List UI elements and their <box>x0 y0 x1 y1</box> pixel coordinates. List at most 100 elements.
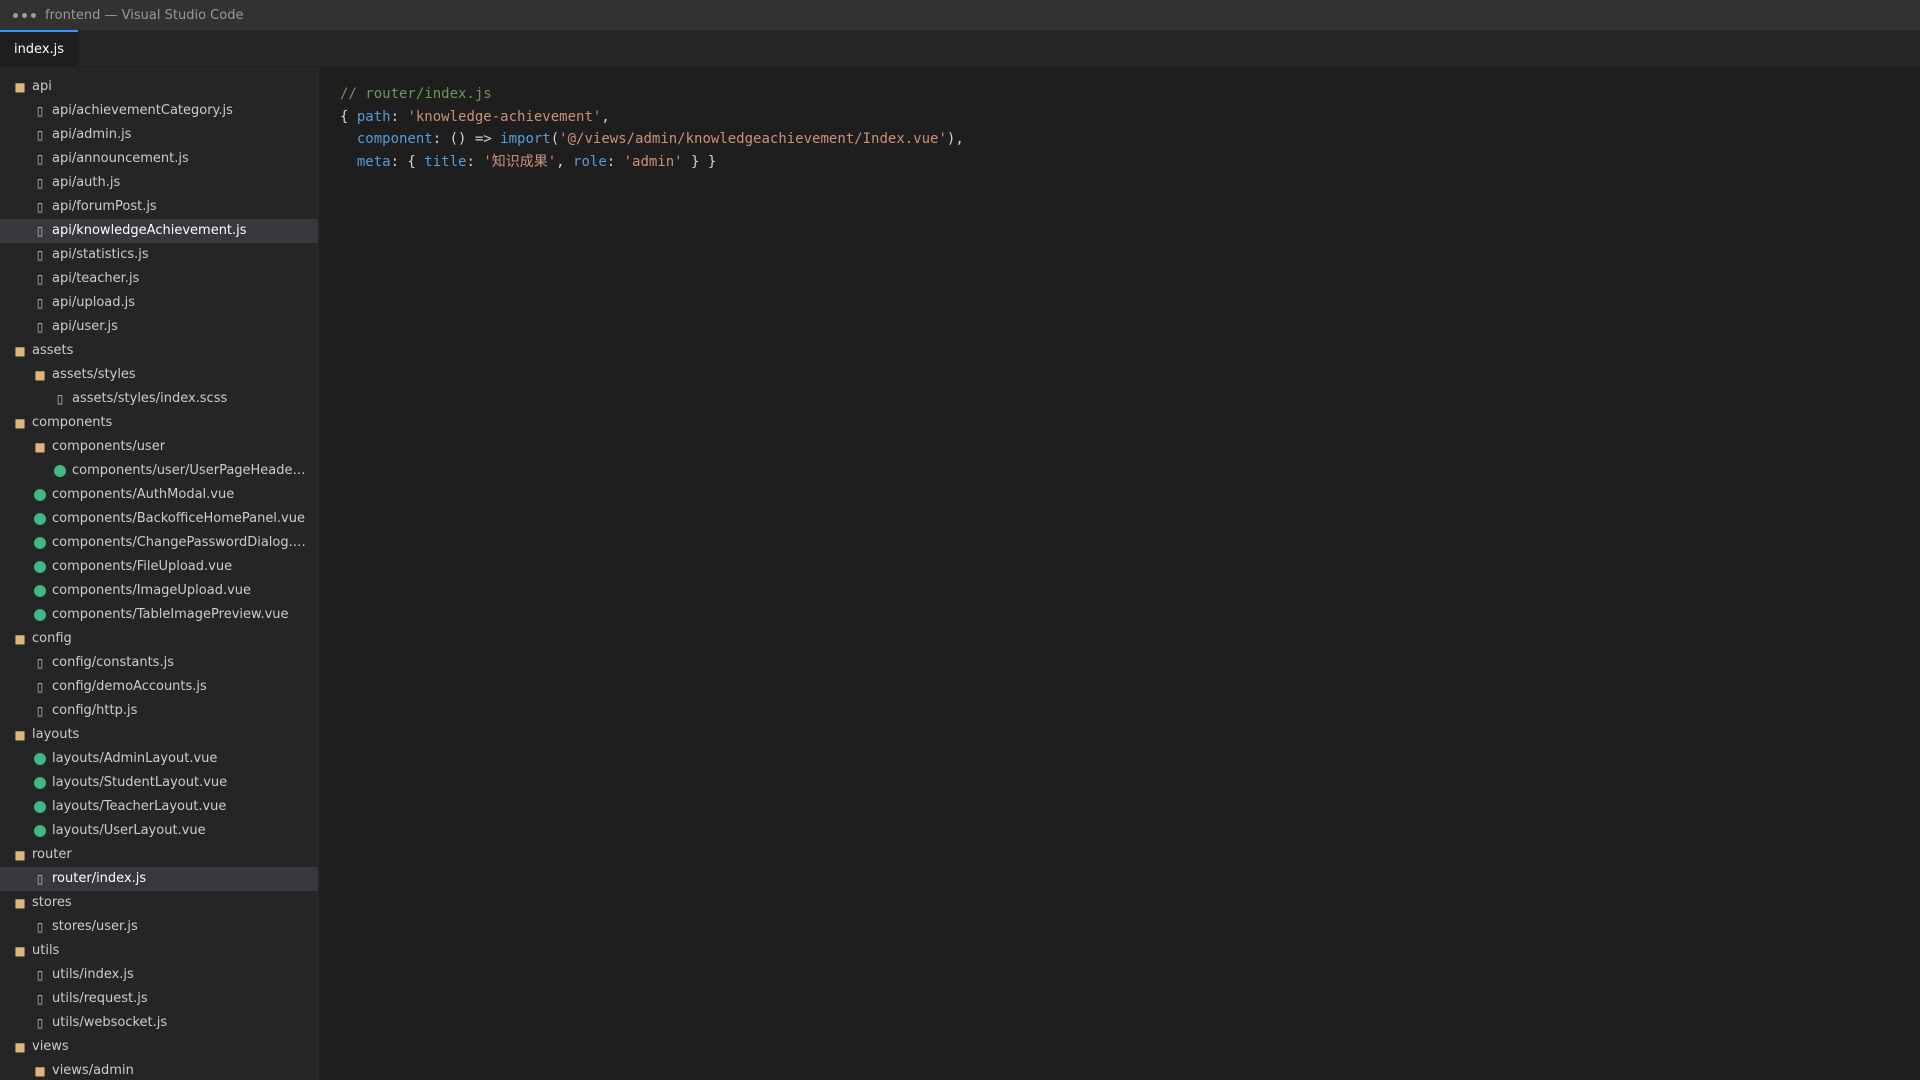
explorer-file[interactable]: ▯ config/demoAccounts.js <box>0 675 318 699</box>
code-token: , <box>601 108 610 125</box>
explorer-item-label: api/teacher.js <box>52 271 140 286</box>
tab-index-js[interactable]: index.js <box>0 30 78 66</box>
file-icon: ▯ <box>36 704 44 718</box>
code-line: { path: 'knowledge-achievement', <box>340 106 1920 129</box>
explorer-file[interactable]: layouts/AdminLayout.vue <box>0 747 318 771</box>
explorer-file[interactable]: components/FileUpload.vue <box>0 555 318 579</box>
explorer-file[interactable]: ▯ utils/websocket.js <box>0 1011 318 1035</box>
explorer-file[interactable]: layouts/UserLayout.vue <box>0 819 318 843</box>
code-token: path <box>356 108 391 125</box>
explorer-file[interactable]: layouts/StudentLayout.vue <box>0 771 318 795</box>
explorer-file[interactable]: ▯ config/http.js <box>0 699 318 723</box>
explorer-item-label: api/admin.js <box>52 127 132 142</box>
code-editor[interactable]: // router/index.js { path: 'knowledge-ach… <box>320 67 1920 1080</box>
file-icon: ▯ <box>36 296 44 310</box>
explorer-file[interactable]: ▯ api/forumPost.js <box>0 195 318 219</box>
explorer-folder[interactable]: ■ components <box>0 411 318 435</box>
explorer-file[interactable]: components/ChangePasswordDialog.vue <box>0 531 318 555</box>
code-token: ), <box>946 131 964 147</box>
explorer-folder[interactable]: ■ views <box>0 1035 318 1059</box>
explorer-item-label: config/http.js <box>52 703 138 718</box>
explorer-file[interactable]: components/BackofficeHomePanel.vue <box>0 507 318 531</box>
explorer-item-label: assets/styles <box>52 367 136 382</box>
folder-icon: ■ <box>14 848 26 862</box>
explorer-file[interactable]: ▯ config/constants.js <box>0 651 318 675</box>
explorer-file[interactable]: ▯ api/auth.js <box>0 171 318 195</box>
explorer-file[interactable]: ▯ router/index.js <box>0 867 318 891</box>
explorer-file[interactable]: layouts/TeacherLayout.vue <box>0 795 318 819</box>
explorer-file[interactable]: ▯ api/upload.js <box>0 291 318 315</box>
explorer-file[interactable]: ▯ stores/user.js <box>0 915 318 939</box>
explorer-folder[interactable]: ■ utils <box>0 939 318 963</box>
explorer-file[interactable]: ▯ assets/styles/index.scss <box>0 387 318 411</box>
explorer-file[interactable]: ▯ api/admin.js <box>0 123 318 147</box>
explorer-folder[interactable]: ■ components/user <box>0 435 318 459</box>
explorer-item-label: stores/user.js <box>52 919 138 934</box>
explorer-folder[interactable]: ■ stores <box>0 891 318 915</box>
code-token: 'admin' <box>623 153 683 170</box>
explorer-folder[interactable]: ■ layouts <box>0 723 318 747</box>
explorer-item-label: api/forumPost.js <box>52 199 157 214</box>
explorer-file[interactable]: components/AuthModal.vue <box>0 483 318 507</box>
vue-file-icon <box>54 465 66 477</box>
explorer-item-label: layouts/TeacherLayout.vue <box>52 799 227 814</box>
explorer-folder[interactable]: ■ router <box>0 843 318 867</box>
explorer-item-label: components/ImageUpload.vue <box>52 583 252 598</box>
explorer-file[interactable]: components/TableImagePreview.vue <box>0 603 318 627</box>
code-token: , <box>556 153 574 170</box>
code-token: // router/index.js <box>340 86 492 102</box>
explorer-folder[interactable]: ■ assets <box>0 339 318 363</box>
explorer-item-label: api/achievementCategory.js <box>52 103 233 118</box>
explorer-folder[interactable]: ■ config <box>0 627 318 651</box>
explorer-file[interactable]: components/ImageUpload.vue <box>0 579 318 603</box>
code-token: meta <box>356 153 391 170</box>
explorer-file[interactable]: ▯ utils/request.js <box>0 987 318 1011</box>
file-icon: ▯ <box>36 872 44 886</box>
explorer-folder[interactable]: ■ api <box>0 75 318 99</box>
explorer-item-label: components/user/UserPageHeader.vue <box>72 463 308 478</box>
folder-icon: ■ <box>14 416 26 430</box>
explorer-file[interactable]: ▯ api/knowledgeAchievement.js <box>0 219 318 243</box>
explorer-item-label: components/ChangePasswordDialog.vue <box>52 535 308 550</box>
code-token: role <box>573 153 607 170</box>
vue-file-icon <box>34 801 46 813</box>
explorer-folder[interactable]: ■ assets/styles <box>0 363 318 387</box>
explorer-item-label: stores <box>32 895 72 910</box>
vue-file-icon <box>34 777 46 789</box>
file-icon: ▯ <box>36 992 44 1006</box>
explorer-file[interactable]: ▯ api/user.js <box>0 315 318 339</box>
explorer-item-label: config <box>32 631 72 646</box>
vue-file-icon <box>34 825 46 837</box>
file-icon: ▯ <box>36 224 44 238</box>
explorer-item-label: utils <box>32 943 60 958</box>
explorer-item-label: router/index.js <box>52 871 147 886</box>
folder-icon: ■ <box>14 344 26 358</box>
explorer-file[interactable]: ▯ api/statistics.js <box>0 243 318 267</box>
explorer-item-label: layouts/StudentLayout.vue <box>52 775 228 790</box>
explorer-file[interactable]: ▯ utils/index.js <box>0 963 318 987</box>
explorer-item-label: api/auth.js <box>52 175 121 190</box>
code-token: : () => <box>432 131 501 147</box>
explorer-item-label: utils/index.js <box>52 967 134 982</box>
vue-file-icon <box>34 753 46 765</box>
folder-icon: ■ <box>34 368 46 382</box>
explorer-file[interactable]: ▯ api/announcement.js <box>0 147 318 171</box>
menu-dots-icon[interactable] <box>13 12 36 18</box>
explorer-item-label: assets <box>32 343 74 358</box>
explorer-item-label: components/TableImagePreview.vue <box>52 607 289 622</box>
explorer-item-label: config/demoAccounts.js <box>52 679 207 694</box>
title-bar: frontend — Visual Studio Code <box>0 0 1920 30</box>
explorer-folder[interactable]: ■ views/admin <box>0 1059 318 1080</box>
explorer-item-label: api <box>32 79 52 94</box>
vue-file-icon <box>34 585 46 597</box>
explorer-file[interactable]: ▯ api/teacher.js <box>0 267 318 291</box>
code-token: import <box>500 131 551 147</box>
explorer-file[interactable]: ▯ api/achievementCategory.js <box>0 99 318 123</box>
code-token: } } <box>682 153 717 170</box>
code-token: ( <box>550 131 560 147</box>
folder-icon: ■ <box>14 728 26 742</box>
folder-icon: ■ <box>14 632 26 646</box>
vue-file-icon <box>34 489 46 501</box>
explorer-file[interactable]: components/user/UserPageHeader.vue <box>0 459 318 483</box>
file-icon: ▯ <box>56 392 64 406</box>
